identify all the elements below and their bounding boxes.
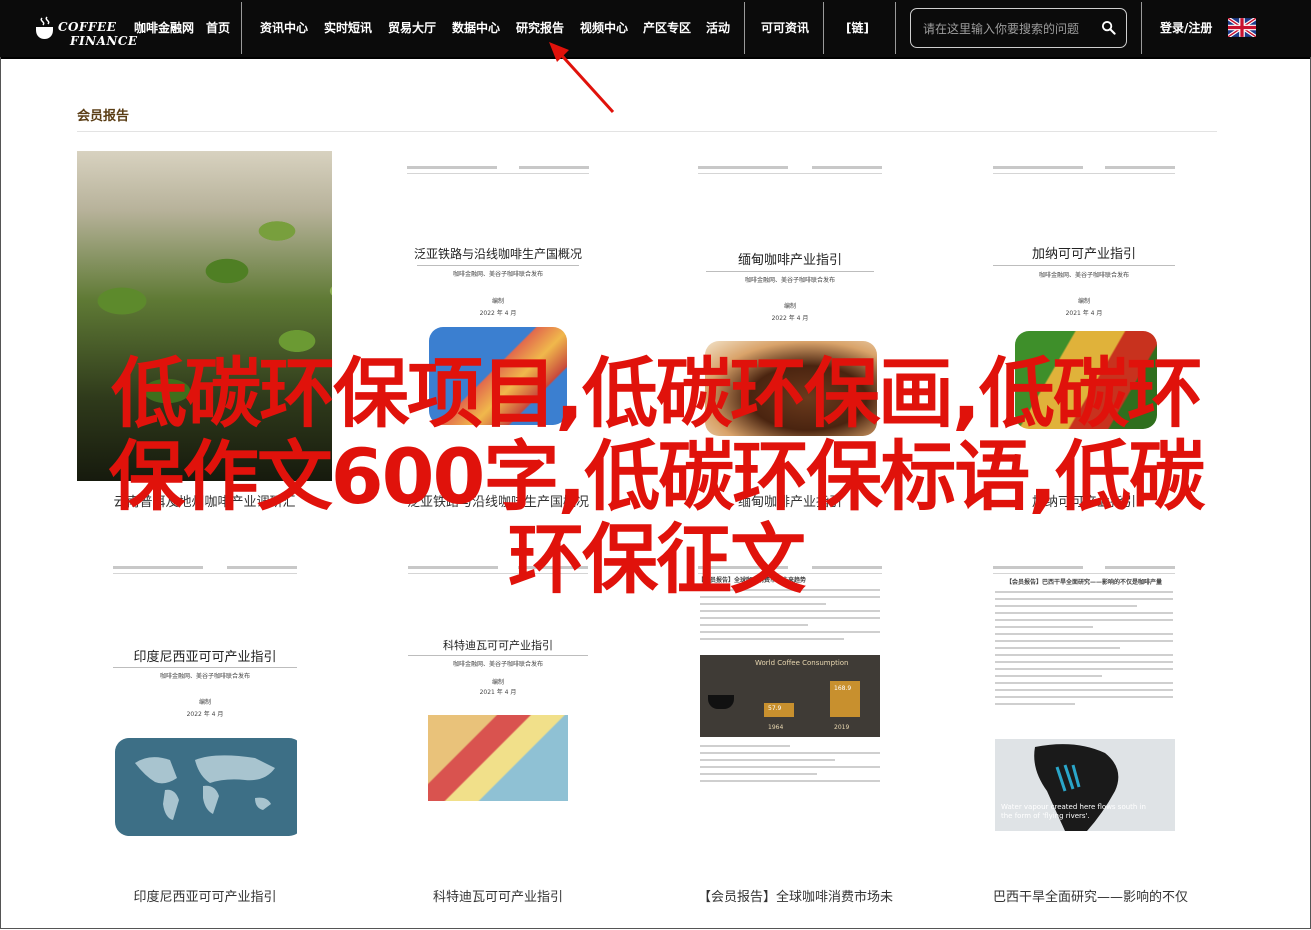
nav-site-name[interactable]: 咖啡金融网 xyxy=(134,20,194,36)
nav-news-center[interactable]: 资讯中心 xyxy=(260,20,308,36)
coffee-cup-logo-icon xyxy=(36,16,53,39)
report-caption[interactable]: 科特迪瓦可可产业指引 xyxy=(408,886,588,905)
report-caption[interactable]: 巴西干旱全面研究——影响的不仅 xyxy=(993,886,1188,905)
document-header xyxy=(698,166,882,174)
chart-year-label: 2019 xyxy=(834,724,850,731)
document-label: 编制 xyxy=(783,303,796,310)
nav-data-center[interactable]: 数据中心 xyxy=(452,20,500,36)
world-coffee-consumption-chart: World Coffee Consumption 57.9 168.9 1964… xyxy=(700,655,880,737)
chart-value-label: 57.9 xyxy=(768,705,782,712)
section-title: 会员报告 xyxy=(77,109,130,124)
document-publisher: 咖啡金融网、美谷子咖啡联合发布 xyxy=(452,661,543,668)
chart-value-label: 168.9 xyxy=(834,685,852,692)
document-rule xyxy=(408,655,588,656)
document-title: 加纳可可产业指引 xyxy=(1031,247,1136,262)
world-map-image xyxy=(115,738,297,836)
report-card-brazil-drought[interactable]: 【会员报告】巴西干旱全面研究——影响的不仅是咖啡产量 Water vapour … xyxy=(993,551,1188,911)
logo-text-coffee: COFFEE xyxy=(58,20,117,34)
nav-origin-zone[interactable]: 产区专区 xyxy=(643,20,691,36)
document-rule xyxy=(113,667,297,668)
coffee-cup-icon xyxy=(708,695,734,709)
document-text-lines xyxy=(700,745,880,787)
overlay-red-headline: 低碳环保项目,低碳环保画,低碳环保作文600字,低碳环保标语,低碳环保征文 xyxy=(108,349,1205,604)
world-map-icon xyxy=(135,755,275,820)
document-rule xyxy=(417,265,579,266)
document-date: 2021 年 4 月 xyxy=(479,689,517,696)
document-date: 2022 年 4 月 xyxy=(479,310,517,317)
nav-flash-news[interactable]: 实时短讯 xyxy=(324,20,372,36)
document-rule xyxy=(706,271,874,272)
section-divider xyxy=(77,131,1217,132)
site-logo[interactable]: COFFEE FINANCE xyxy=(34,8,137,50)
document-header xyxy=(993,166,1175,174)
document-title: 印度尼西亚可可产业指引 xyxy=(133,650,277,665)
document-label: 编制 xyxy=(1077,298,1090,305)
document-title: 泛亚铁路与沿线咖啡生产国概况 xyxy=(413,247,582,261)
nav-divider xyxy=(241,2,242,54)
document-title: 缅甸咖啡产业指引 xyxy=(737,253,842,268)
document-rule xyxy=(993,265,1175,266)
nav-research-reports[interactable]: 研究报告 xyxy=(516,20,564,36)
search-input[interactable] xyxy=(921,19,1095,39)
nav-divider xyxy=(823,2,824,54)
search-box xyxy=(910,8,1127,48)
west-africa-map-image xyxy=(428,715,568,801)
document-date: 2022 年 4 月 xyxy=(771,315,809,322)
nav-cocoa-news[interactable]: 可可资讯 xyxy=(761,20,809,36)
nav-divider xyxy=(744,2,745,54)
nav-video-center[interactable]: 视频中心 xyxy=(580,20,628,36)
report-card-indonesia-cocoa[interactable]: 印度尼西亚可可产业指引 咖啡金融网、美谷子咖啡联合发布 编制 2022 年 4 … xyxy=(113,551,297,911)
chart-title: World Coffee Consumption xyxy=(755,659,849,667)
login-register-link[interactable]: 登录/注册 xyxy=(1160,20,1212,36)
nav-divider xyxy=(1141,2,1142,54)
nav-home[interactable]: 首页 xyxy=(206,20,230,36)
report-card-cote-divoire-cocoa[interactable]: 科特迪瓦可可产业指引 咖啡金融网、美谷子咖啡联合发布 编制 2021 年 4 月… xyxy=(408,551,588,911)
top-navigation-bar: COFFEE FINANCE 咖啡金融网 首页 资讯中心 实时短讯 贸易大厅 数… xyxy=(0,0,1311,59)
document-publisher: 咖啡金融网、美谷子咖啡联合发布 xyxy=(1038,272,1129,279)
document-title: 科特迪瓦可可产业指引 xyxy=(443,639,553,652)
red-arrow-annotation-icon xyxy=(549,42,615,114)
document-header xyxy=(407,166,589,174)
nav-trade-hall[interactable]: 贸易大厅 xyxy=(388,20,436,36)
nav-chain[interactable]: [链] xyxy=(846,20,869,36)
document-date: 2022 年 4 月 xyxy=(186,711,224,718)
report-card-global-coffee-consumption[interactable]: 【会员报告】全球咖啡消费市场未来趋势 World Coffee Consumpt… xyxy=(698,551,893,911)
document-publisher: 咖啡金融网、美谷子咖啡联合发布 xyxy=(452,271,543,278)
south-america-map-image: Water vapour created here flows south in… xyxy=(995,739,1175,831)
document-text-lines xyxy=(995,591,1173,710)
report-caption[interactable]: 印度尼西亚可可产业指引 xyxy=(113,886,297,905)
nav-events[interactable]: 活动 xyxy=(706,20,730,36)
document-publisher: 咖啡金融网、美谷子咖啡联合发布 xyxy=(159,673,250,680)
nav-divider xyxy=(895,2,896,54)
document-date: 2021 年 4 月 xyxy=(1065,310,1103,317)
map-caption: Water vapour created here flows south in… xyxy=(1001,803,1146,820)
document-label: 编制 xyxy=(491,298,504,305)
document-label: 编制 xyxy=(491,679,504,686)
search-icon[interactable] xyxy=(1101,20,1116,35)
document-label: 编制 xyxy=(198,699,211,706)
logo-text-finance: FINANCE xyxy=(70,34,138,48)
uk-flag-language-icon[interactable] xyxy=(1228,18,1256,37)
chart-year-label: 1964 xyxy=(768,724,784,731)
report-caption[interactable]: 【会员报告】全球咖啡消费市场未 xyxy=(698,886,893,905)
document-publisher: 咖啡金融网、美谷子咖啡联合发布 xyxy=(744,277,835,284)
